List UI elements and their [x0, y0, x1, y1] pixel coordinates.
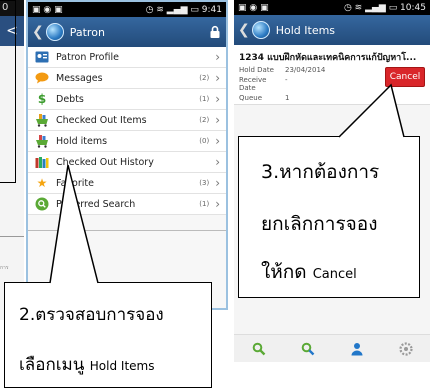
menu-item-patron-profile[interactable]: Patron Profile › [28, 47, 226, 68]
speech-bubble-icon [34, 71, 50, 85]
screen-title: Patron [69, 25, 105, 39]
menu-item-checked-out-history[interactable]: Checked Out History › [28, 152, 226, 173]
chevron-right-icon: › [215, 134, 220, 148]
search-icon[interactable] [252, 342, 266, 356]
back-button[interactable]: ❮ [238, 21, 270, 39]
callout-2-line-1: 2.ตรวจสอบการจอง [19, 305, 164, 325]
star-icon: ★ [36, 176, 48, 190]
cancel-button[interactable]: Cancel [385, 67, 425, 87]
menu-item-hold-items[interactable]: Hold items (0) › [28, 131, 226, 152]
callout-3-line-3: ให้กด Cancel [261, 261, 357, 283]
bottom-toolbar [234, 334, 430, 362]
menu-item-checked-out-items[interactable]: Checked Out Items (2) › [28, 110, 226, 131]
search-circle-icon [34, 197, 50, 211]
chevron-left-icon: ❮ [238, 22, 250, 38]
action-bar: ❮ Patron [28, 17, 226, 47]
chevron-right-icon: › [215, 113, 220, 127]
gear-icon[interactable] [398, 341, 413, 356]
app-logo-icon [251, 21, 270, 39]
chevron-right-icon: › [215, 50, 220, 64]
status-bar: ▣ ◉ ▣ ◷ ≋ ▂▄▆ ▭ 10:45 [234, 0, 430, 15]
callout-2-line-2: เลือกเมนู Hold Items [19, 355, 155, 375]
callout-step-2: 2.ตรวจสอบการจอง เลือกเมนู Hold Items [4, 282, 212, 388]
status-system-icons: ◷ ≋ ▂▄▆ ▭ 10:45 [343, 2, 426, 13]
lock-icon[interactable] [208, 25, 222, 39]
left-callout-frame [0, 0, 16, 183]
back-button[interactable]: ❮ [32, 23, 64, 41]
menu-item-debts[interactable]: $ Debts (1) › [28, 89, 226, 110]
chevron-right-icon: › [215, 155, 220, 169]
tutorial-canvas: 0 < การ ▣ ◉ ▣ ◷ ≋ ▂▄▆ ▭ 9:41 ❮ Patron Pa… [0, 0, 430, 390]
app-logo-icon [45, 23, 64, 41]
chevron-left-icon: ❮ [32, 24, 44, 40]
hold-item-card[interactable]: 1234 แบบฝึกหัดและเทคนิคการแก้ปัญหาโ... H… [234, 45, 430, 105]
divider [28, 230, 226, 231]
action-bar: ❮ Hold Items [234, 15, 430, 45]
callout-3-line-2: ยกเลิกการจอง [261, 213, 378, 235]
cart-icon [34, 113, 50, 127]
screen-title: Hold Items [275, 23, 336, 37]
cart-hold-icon [34, 134, 50, 148]
chevron-right-icon: › [215, 197, 220, 211]
menu-item-favorite[interactable]: ★ Favorite (3) › [28, 173, 226, 194]
status-notification-icons: ▣ ◉ ▣ [32, 4, 63, 15]
menu-item-preferred-search[interactable]: Preferred Search (1) › [28, 194, 226, 215]
dollar-icon: $ [37, 92, 47, 106]
chevron-right-icon: › [215, 92, 220, 106]
patron-screen: ▣ ◉ ▣ ◷ ≋ ▂▄▆ ▭ 9:41 ❮ Patron Patron Pro… [26, 0, 228, 310]
books-icon [34, 155, 50, 169]
advanced-search-icon[interactable] [301, 342, 315, 356]
person-card-icon [34, 50, 50, 64]
left-tiny-text: การ [0, 265, 9, 271]
status-notification-icons: ▣ ◉ ▣ [238, 2, 269, 13]
queue-row: Queue 1 [239, 94, 290, 102]
chevron-right-icon: › [215, 176, 220, 190]
patron-menu: Patron Profile › Messages (2) › $ Debts … [28, 47, 226, 215]
status-system-icons: ◷ ≋ ▂▄▆ ▭ 9:41 [145, 4, 222, 15]
left-divider [0, 236, 24, 237]
user-icon[interactable] [350, 342, 364, 356]
status-bar: ▣ ◉ ▣ ◷ ≋ ▂▄▆ ▭ 9:41 [28, 2, 226, 17]
hold-item-title: 1234 แบบฝึกหัดและเทคนิคการแก้ปัญหาโ... [239, 53, 417, 63]
callout-step-3: 3.หากต้องการ ยกเลิกการจอง ให้กด Cancel [238, 136, 420, 298]
menu-item-messages[interactable]: Messages (2) › [28, 68, 226, 89]
callout-3-line-1: 3.หากต้องการ [261, 161, 380, 183]
chevron-right-icon: › [215, 71, 220, 85]
